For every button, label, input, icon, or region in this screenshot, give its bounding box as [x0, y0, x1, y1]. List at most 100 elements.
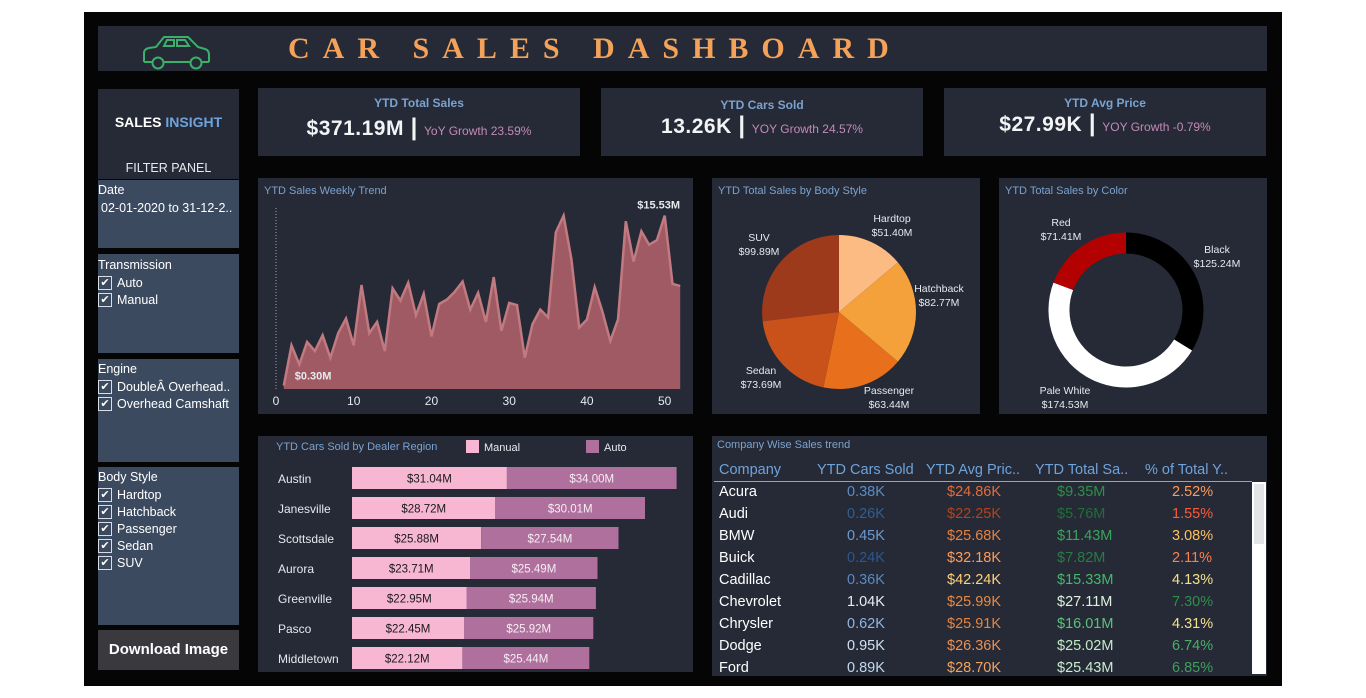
x-tick-label: 30	[503, 394, 517, 408]
company-name-cell: Ford	[719, 660, 749, 676]
slice-category-label: Hatchback	[914, 283, 964, 295]
weekly-trend-card: YTD Sales Weekly Trend 0 10 20 30 40 50 $15.53…	[258, 178, 693, 414]
slice-value-label: $82.77M	[919, 297, 960, 309]
column-header-cars-sold[interactable]: YTD Cars Sold	[817, 462, 923, 480]
page-title: CAR SALES DASHBOARD	[288, 32, 902, 65]
scrollbar-thumb[interactable]	[1254, 484, 1264, 544]
option-label: SUV	[117, 556, 143, 570]
table-cell: 7.30%	[1172, 594, 1214, 610]
color-donut-chart: Black $125.24M Pale White $174.53M Red $71.41…	[1040, 217, 1241, 411]
download-image-button[interactable]: Download Image	[98, 630, 239, 670]
x-tick-label: 10	[347, 394, 361, 408]
brand-sales: SALES	[114, 114, 162, 130]
table-cell: 0.26K	[847, 506, 885, 522]
column-header-company[interactable]: Company	[719, 462, 819, 480]
table-cell: $9.35M	[1057, 484, 1106, 500]
engine-filter: Engine ✔ DoubleÂ Overhead.. ✔ Overhead C…	[98, 359, 239, 462]
bar-value-label: $34.00M	[569, 474, 614, 486]
legend-swatch-auto	[586, 440, 599, 453]
body-style-option-suv[interactable]: ✔ SUV	[98, 556, 239, 572]
car-icon	[143, 36, 210, 70]
legend-label-auto: Auto	[604, 442, 627, 454]
company-table-title: Company Wise Sales trend	[717, 439, 851, 451]
area-fill	[283, 215, 681, 389]
checkbox[interactable]: ✔	[98, 539, 112, 553]
checkbox[interactable]: ✔	[98, 293, 112, 307]
table-cell: $5.76M	[1057, 506, 1106, 522]
date-range-input[interactable]: 02-01-2020 to 31-12-2..	[101, 201, 239, 215]
table-row[interactable]: Chrysler 0.62K $25.91K $16.01M 4.31%	[712, 614, 1252, 636]
table-cell: 0.38K	[847, 484, 885, 500]
table-cell: 2.11%	[1172, 550, 1213, 566]
table-row[interactable]: BMW 0.45K $25.68K $11.43M 3.08%	[712, 526, 1252, 548]
slice-category-label: Sedan	[746, 365, 777, 377]
slice-value-label: $174.53M	[1042, 399, 1089, 411]
table-row[interactable]: Ford 0.89K $28.70K $25.43M 6.85%	[712, 658, 1252, 676]
checkbox[interactable]: ✔	[98, 380, 112, 394]
transmission-option-auto[interactable]: ✔ Auto	[98, 276, 239, 292]
body-style-option-hatchback[interactable]: ✔ Hatchback	[98, 505, 239, 521]
table-row[interactable]: Buick 0.24K $32.18K $7.82M 2.11%	[712, 548, 1252, 570]
kpi-value: 13.26K	[661, 115, 732, 138]
kpi-value: $27.99K	[999, 113, 1083, 136]
body-style-option-sedan[interactable]: ✔ Sedan	[98, 539, 239, 555]
slice-value-label: $125.24M	[1194, 258, 1241, 270]
column-header-total-sales[interactable]: YTD Total Sa..	[1035, 462, 1141, 480]
donut-slice-pale-white	[1048, 282, 1193, 388]
table-scrollbar[interactable]	[1252, 482, 1266, 674]
table-row[interactable]: Audi 0.26K $22.25K $5.76M 1.55%	[712, 504, 1252, 526]
bar-value-label: $22.45M	[386, 624, 431, 636]
column-header-pct-total[interactable]: % of Total Y..	[1145, 462, 1247, 480]
table-cell: 0.45K	[847, 528, 885, 544]
engine-option-ohc[interactable]: ✔ Overhead Camshaft	[98, 397, 239, 413]
option-label: Auto	[117, 276, 143, 290]
kpi-value: $371.19M	[306, 117, 404, 140]
bar-value-label: $31.04M	[407, 474, 452, 486]
body-style-option-hardtop[interactable]: ✔ Hardtop	[98, 488, 239, 504]
table-cell: $42.24K	[947, 572, 1002, 588]
table-cell: $25.91K	[947, 616, 1002, 632]
body-style-pie-chart: Hardtop $51.40M Hatchback $82.77M Passenger $…	[739, 213, 965, 411]
bar-value-label: $22.95M	[387, 594, 432, 606]
checkbox[interactable]: ✔	[98, 488, 112, 502]
table-row[interactable]: Acura 0.38K $24.86K $9.35M 2.52%	[712, 482, 1252, 504]
category-label: Pasco	[278, 622, 312, 636]
table-cell: $25.02M	[1057, 638, 1114, 654]
company-name-cell: Audi	[719, 506, 749, 522]
bar-value-label: $22.12M	[385, 654, 430, 666]
transmission-option-manual[interactable]: ✔ Manual	[98, 293, 239, 309]
checkbox[interactable]: ✔	[98, 522, 112, 536]
table-row[interactable]: Dodge 0.95K $26.36K $25.02M 6.74%	[712, 636, 1252, 658]
slice-value-label: $51.40M	[872, 227, 913, 239]
category-label: Aurora	[278, 562, 314, 576]
table-cell: $27.11M	[1057, 594, 1113, 610]
option-label: Hardtop	[117, 488, 162, 502]
dealer-region-bar-chart: Manual Auto Austin $31.04M $34.00M Janesville…	[278, 440, 677, 669]
company-name-cell: Buick	[719, 550, 755, 566]
kpi-value-row: $371.19M | YoY Growth 23.59%	[258, 114, 580, 142]
checkbox[interactable]: ✔	[98, 505, 112, 519]
body-style-filter: Body Style ✔ Hardtop ✔ Hatchback ✔ Passe…	[98, 467, 239, 625]
table-cell: 0.62K	[847, 616, 885, 632]
kpi-separator: |	[731, 112, 752, 139]
checkbox[interactable]: ✔	[98, 276, 112, 290]
table-row[interactable]: Cadillac 0.36K $42.24K $15.33M 4.13%	[712, 570, 1252, 592]
slice-category-label: SUV	[748, 232, 770, 244]
body-style-option-passenger[interactable]: ✔ Passenger	[98, 522, 239, 538]
donut-slice-red	[1053, 232, 1127, 291]
kpi-growth: YOY Growth -0.79%	[1102, 120, 1211, 134]
table-cell: 1.04K	[847, 594, 885, 610]
donut-slice-black	[1125, 232, 1204, 351]
column-header-avg-price[interactable]: YTD Avg Pric..	[926, 462, 1032, 480]
checkbox[interactable]: ✔	[98, 397, 112, 411]
dealer-region-card: YTD Cars Sold by Dealer Region Manual Aut…	[258, 436, 693, 672]
option-label: DoubleÂ Overhead..	[117, 380, 231, 394]
data-label-min: $0.30M	[295, 371, 332, 383]
company-name-cell: Chevrolet	[719, 594, 782, 610]
table-row[interactable]: Chevrolet 1.04K $25.99K $27.11M 7.30%	[712, 592, 1252, 614]
engine-option-dohc[interactable]: ✔ DoubleÂ Overhead..	[98, 380, 239, 396]
slice-value-label: $73.69M	[741, 379, 782, 391]
date-label: Date	[98, 183, 125, 197]
option-label: Passenger	[117, 522, 177, 536]
checkbox[interactable]: ✔	[98, 556, 112, 570]
